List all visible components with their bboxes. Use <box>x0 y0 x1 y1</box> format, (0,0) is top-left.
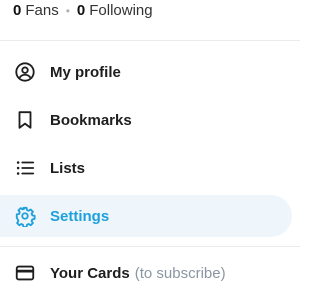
credit-card-icon <box>13 261 37 285</box>
menu-item-bookmarks[interactable]: Bookmarks <box>0 99 292 141</box>
menu-item-settings[interactable]: Settings <box>0 195 292 237</box>
user-circle-icon <box>13 60 37 84</box>
menu-item-suffix: (to subscribe) <box>134 264 226 282</box>
menu-item-my-profile[interactable]: My profile <box>0 51 292 93</box>
fans-label[interactable]: Fans <box>25 2 58 19</box>
stats-separator: • <box>65 3 70 18</box>
menu-item-your-cards[interactable]: Your Cards (to subscribe) <box>0 252 292 294</box>
following-label[interactable]: Following <box>89 2 152 19</box>
bookmark-icon <box>13 108 37 132</box>
follow-stats: 0 Fans • 0 Following <box>13 2 153 19</box>
menu-item-label: My profile <box>50 63 121 81</box>
menu-item-lists[interactable]: Lists <box>0 147 292 189</box>
gear-icon <box>13 204 37 228</box>
menu-item-label: Settings <box>50 207 110 225</box>
divider-top <box>0 40 300 41</box>
menu-item-label: Lists <box>50 159 86 177</box>
list-icon <box>13 156 37 180</box>
fans-count: 0 <box>13 2 22 19</box>
divider-bottom <box>0 246 300 247</box>
menu-item-label: Bookmarks <box>50 111 132 129</box>
following-count: 0 <box>76 2 86 19</box>
menu-item-label: Your Cards <box>50 264 130 282</box>
